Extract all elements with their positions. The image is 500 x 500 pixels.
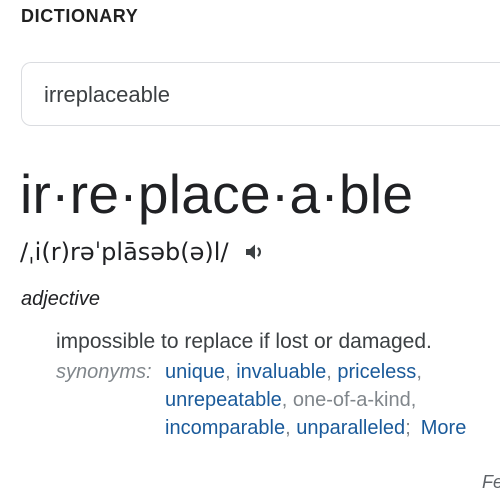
more-synonyms-link[interactable]: More xyxy=(421,417,467,439)
synonyms-line-2: unrepeatable, one-of-a-kind, xyxy=(165,389,417,411)
search-input[interactable] xyxy=(44,80,484,110)
synonyms-line-1: unique, invaluable, priceless, xyxy=(165,361,422,383)
dictionary-card: DICTIONARY ir·re·place·a·ble /ˌi(r)rəˈpl… xyxy=(0,0,500,500)
play-pronunciation-button[interactable] xyxy=(241,238,269,266)
speaker-icon xyxy=(245,244,261,260)
synonym-link[interactable]: unrepeatable xyxy=(165,389,282,411)
synonym-link[interactable]: priceless xyxy=(337,361,416,383)
synonym-link[interactable]: unparalleled xyxy=(296,417,405,439)
section-title: DICTIONARY xyxy=(21,6,139,26)
headword: ir·re·place·a·ble xyxy=(20,163,414,225)
synonym-link[interactable]: invaluable xyxy=(236,361,326,383)
part-of-speech: adjective xyxy=(21,288,100,310)
synonyms-label: synonyms: xyxy=(56,361,152,383)
feedback-link[interactable]: Fe xyxy=(482,472,500,493)
synonyms-line-3: incomparable, unparalleled; More xyxy=(165,417,467,439)
synonym-text: one-of-a-kind xyxy=(292,389,411,411)
pronunciation: /ˌi(r)rəˈplāsəb(ə)l/ xyxy=(20,238,229,266)
synonym-link[interactable]: unique xyxy=(165,361,225,383)
synonym-link[interactable]: incomparable xyxy=(165,417,285,439)
pronunciation-row: /ˌi(r)rəˈplāsəb(ə)l/ xyxy=(20,232,269,272)
definition-text: impossible to replace if lost or damaged… xyxy=(56,330,432,353)
search-box[interactable] xyxy=(21,62,500,126)
